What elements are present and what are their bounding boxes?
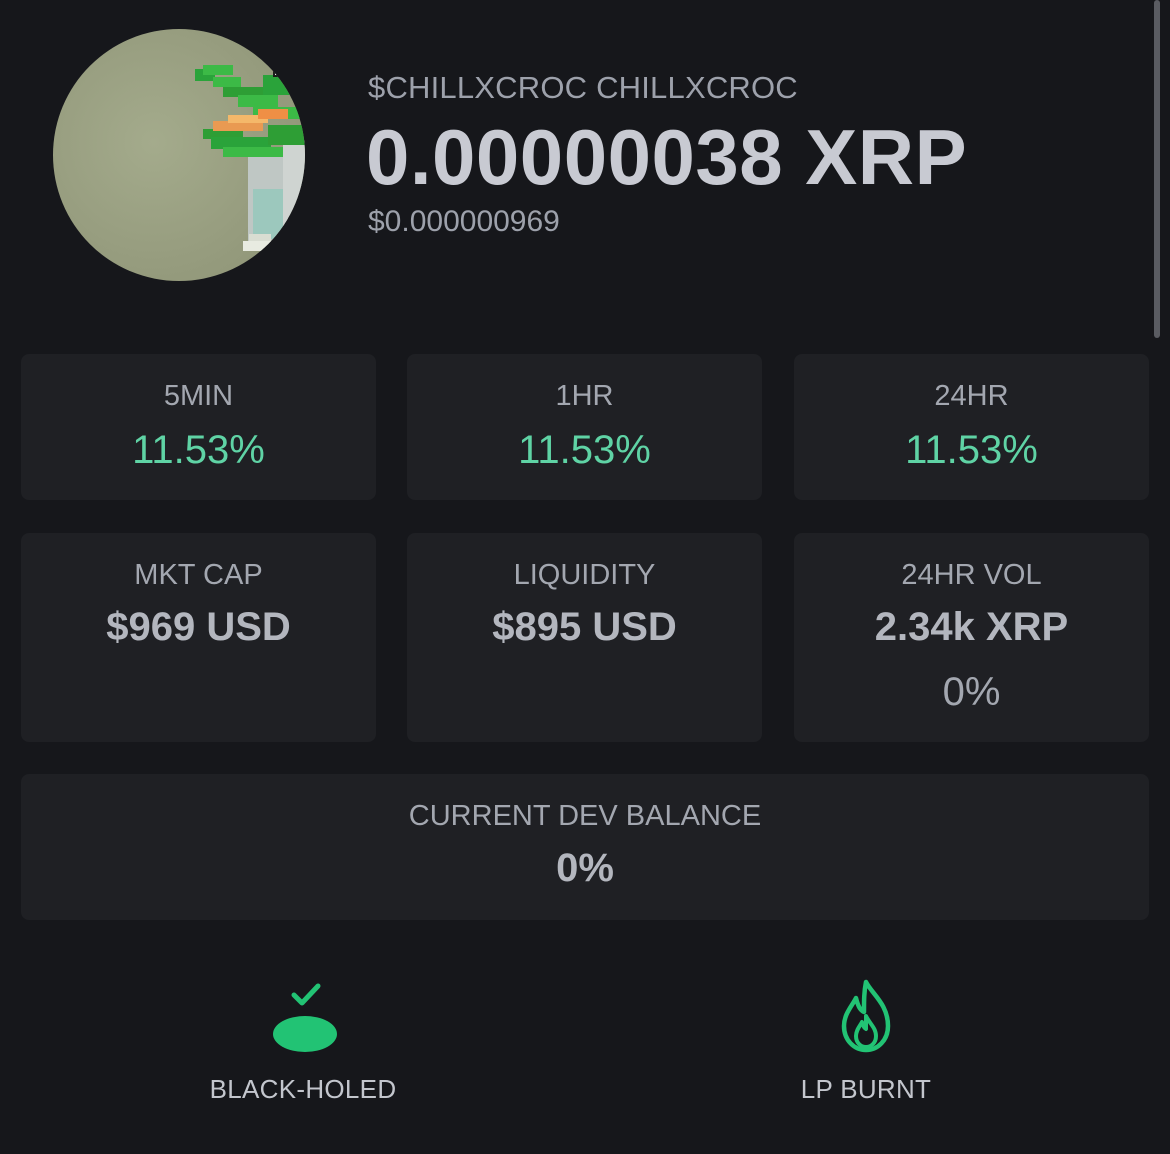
change-label: 24HR bbox=[934, 380, 1009, 412]
volume-change: 0% bbox=[942, 670, 1001, 714]
liquidity-value: $895 USD bbox=[492, 605, 677, 649]
lp-burnt-badge: LP BURNT bbox=[746, 978, 986, 1118]
black-holed-badge: BLACK-HOLED bbox=[183, 978, 423, 1118]
black-hole-check-icon bbox=[273, 983, 337, 1052]
volume-value: 2.34k XRP bbox=[874, 605, 1069, 649]
liquidity-label: LIQUIDITY bbox=[513, 559, 656, 591]
token-price-usd: $0.000000969 bbox=[368, 205, 560, 238]
lp-burnt-label: LP BURNT bbox=[800, 1074, 932, 1104]
dev-balance-card: CURRENT DEV BALANCE 0% bbox=[21, 774, 1149, 920]
volume-card: 24HR VOL 2.34k XRP 0% bbox=[794, 533, 1149, 742]
market-cap-label: MKT CAP bbox=[134, 559, 263, 591]
change-value: 11.53% bbox=[905, 428, 1038, 472]
change-value: 11.53% bbox=[518, 428, 651, 472]
token-avatar bbox=[53, 29, 305, 281]
dev-balance-label: CURRENT DEV BALANCE bbox=[408, 800, 762, 832]
change-label: 1HR bbox=[555, 380, 614, 412]
volume-label: 24HR VOL bbox=[901, 559, 1042, 591]
token-name: $CHILLXCROC CHILLXCROC bbox=[368, 70, 798, 105]
flame-icon bbox=[841, 979, 891, 1053]
liquidity-card: LIQUIDITY $895 USD bbox=[407, 533, 762, 742]
pixel-crocodile-icon bbox=[195, 65, 305, 251]
market-cap-card: MKT CAP $969 USD bbox=[21, 533, 376, 742]
black-holed-label: BLACK-HOLED bbox=[209, 1074, 397, 1104]
dev-balance-value: 0% bbox=[556, 846, 614, 890]
change-card-24hr: 24HR 11.53% bbox=[794, 354, 1149, 500]
change-value: 11.53% bbox=[132, 428, 265, 472]
scrollbar[interactable] bbox=[1154, 0, 1160, 338]
change-card-1hr: 1HR 11.53% bbox=[407, 354, 762, 500]
token-price-xrp: 0.00000038 XRP bbox=[366, 113, 968, 201]
market-cap-value: $969 USD bbox=[106, 605, 291, 649]
change-label: 5MIN bbox=[163, 380, 234, 412]
change-card-5min: 5MIN 11.53% bbox=[21, 354, 376, 500]
